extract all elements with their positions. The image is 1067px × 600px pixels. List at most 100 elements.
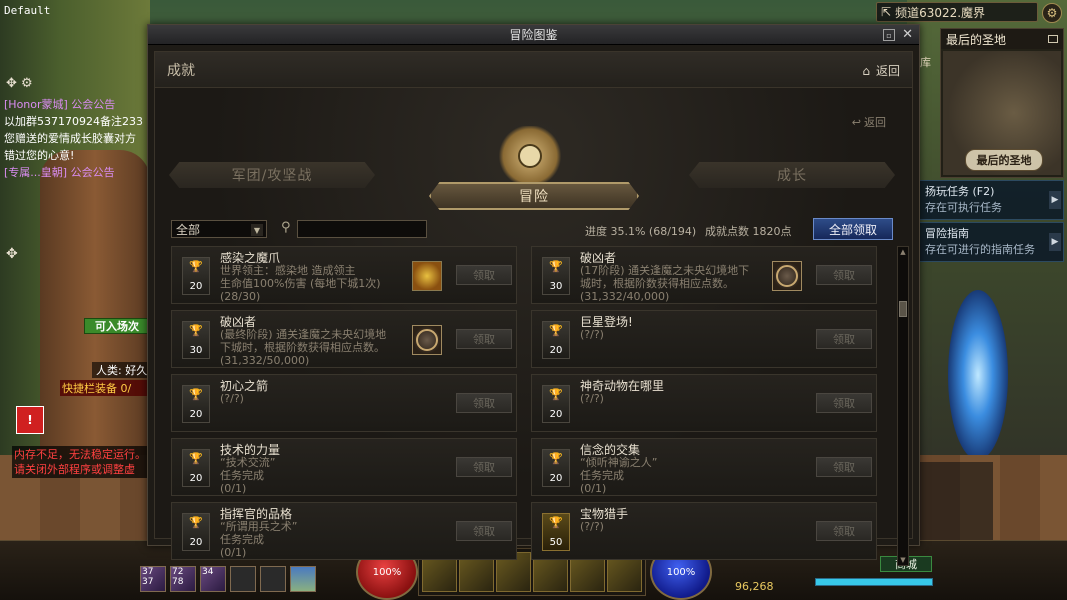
achievement-list: 🏆 20 感染之魔爪 世界领主：感染地 造成领主 生命值100%伤害 (每地下城1次)… <box>171 246 889 566</box>
minimap-toggle-icon[interactable] <box>1048 35 1058 43</box>
tab-adventure[interactable]: 冒险 <box>429 182 639 210</box>
item-slot[interactable] <box>290 566 316 592</box>
item-slot[interactable]: 37 37 <box>140 566 166 592</box>
claim-button[interactable]: 领取 <box>816 265 872 285</box>
tab-legion-raid[interactable]: 军团/攻坚战 <box>169 162 375 188</box>
home-return-label: 返回 <box>875 64 900 78</box>
achievement-description: (?/?) <box>580 520 604 533</box>
item-slot[interactable] <box>230 566 256 592</box>
close-icon[interactable]: ✕ <box>902 27 913 42</box>
minimap-view[interactable]: 最后的圣地 <box>943 51 1061 175</box>
cup-icon: 🏆 <box>189 516 203 529</box>
claim-button[interactable]: 领取 <box>456 329 512 349</box>
achievement-description: “技术交流” 任务完成 (0/1) <box>220 456 276 495</box>
adventure-codex-window: 冒险图鉴 ▫ ✕ 成就 ⌂ 返回 ↩ 返回 军团/攻坚战 成长 冒险 全部 ▼ … <box>147 24 920 566</box>
achievement-card: 🏆 20 感染之魔爪 世界领主：感染地 造成领主 生命值100%伤害 (每地下城1次)… <box>171 246 517 304</box>
claim-button[interactable]: 领取 <box>456 521 512 541</box>
scroll-up-icon[interactable]: ▲ <box>899 248 907 256</box>
trophy-icon: 🏆 30 <box>182 321 210 359</box>
hotbar-equip-label: 快捷栏装备 0/ <box>60 380 150 396</box>
claim-button[interactable]: 领取 <box>456 265 512 285</box>
claim-button[interactable]: 领取 <box>456 457 512 477</box>
back-arrow-icon: ↩ <box>851 115 861 129</box>
chat-line: [Honor蒙城] 公会公告 <box>4 98 116 111</box>
expand-arrow-icon[interactable]: ▶ <box>1049 233 1061 251</box>
scroll-down-icon[interactable]: ▼ <box>899 556 907 564</box>
warning-line: 内存不足，无法稳定运行。 <box>14 448 146 461</box>
dropdown-value: 全部 <box>176 222 201 237</box>
cup-icon: 🏆 <box>189 452 203 465</box>
drag-handle-icon[interactable]: ✥ <box>6 246 18 262</box>
minimap[interactable]: 最后的圣地 最后的圣地 <box>940 28 1064 178</box>
quest-panel-guide[interactable]: 冒险指南 存在可进行的指南任务 ▶ <box>918 222 1064 262</box>
exp-bar <box>815 578 933 586</box>
achievement-description: 世界领主：感染地 造成领主 生命值100%伤害 (每地下城1次) (28/30) <box>220 264 381 303</box>
warning-icon[interactable]: ! <box>16 406 44 434</box>
chat-line: 错过您的心意! <box>4 149 75 162</box>
chat-tools[interactable]: ✥ ⚙ <box>6 76 33 91</box>
achievement-card: 🏆 30 破凶者 (17阶段) 通关逢魔之未央幻境地下 城时，根据阶数获得相应点数。 … <box>531 246 877 304</box>
chevron-down-icon: ▼ <box>251 224 263 236</box>
gear-icon[interactable]: ⚙ <box>21 76 33 91</box>
item-slot[interactable]: 34 <box>200 566 226 592</box>
window-titlebar[interactable]: 冒险图鉴 ▫ ✕ <box>148 25 919 45</box>
achievement-description: (?/?) <box>580 328 604 341</box>
back-button[interactable]: ↩ 返回 <box>852 114 886 130</box>
claim-button[interactable]: 领取 <box>816 457 872 477</box>
move-icon[interactable]: ✥ <box>6 76 17 91</box>
achievement-card: 🏆 20 信念的交集 “倾听神谕之人” 任务完成 (0/1) 领取 <box>531 438 877 496</box>
search-input[interactable] <box>297 220 427 238</box>
cup-icon: 🏆 <box>549 260 563 273</box>
channel-label: 频道63022.魔界 <box>895 5 986 20</box>
back-label: 返回 <box>864 116 886 129</box>
achievement-description: (?/?) <box>220 392 244 405</box>
quest-title: 冒险指南 <box>925 227 969 240</box>
cup-icon: 🏆 <box>189 260 203 273</box>
expand-arrow-icon[interactable]: ▶ <box>1049 191 1061 209</box>
scroll-thumb[interactable] <box>899 301 907 317</box>
claim-button[interactable]: 领取 <box>456 393 512 413</box>
cup-icon: 🏆 <box>549 388 563 401</box>
claim-all-button[interactable]: 全部领取 <box>813 218 893 240</box>
profile-label: Default <box>4 4 51 17</box>
character-label: 人类: 好久 <box>92 362 150 378</box>
trophy-icon: 🏆 30 <box>542 257 570 295</box>
item-slot[interactable] <box>260 566 286 592</box>
achievement-card: 🏆 50 宝物猎手 (?/?) 领取 <box>531 502 877 560</box>
side-shortcut-icons[interactable] <box>918 462 993 542</box>
quest-panel-task[interactable]: 扬玩任务 (F2) 存在可执行任务 ▶ <box>918 180 1064 220</box>
claim-button[interactable]: 领取 <box>816 393 872 413</box>
channel-icon: ⇱ <box>881 5 892 19</box>
trophy-icon: 🏆 20 <box>182 385 210 423</box>
achievement-card: 🏆 20 技术的力量 “技术交流” 任务完成 (0/1) 领取 <box>171 438 517 496</box>
achievement-points-value: 20 <box>189 537 203 548</box>
minimize-icon[interactable]: ▫ <box>883 29 895 41</box>
reward-emblem-icon[interactable] <box>772 261 802 291</box>
minimap-header: 最后的圣地 <box>941 29 1063 49</box>
settings-icon[interactable]: ⚙ <box>1042 3 1062 23</box>
home-return-button[interactable]: ⌂ 返回 <box>862 62 900 79</box>
achievement-points-value: 20 <box>549 473 563 484</box>
quest-subtitle: 存在可进行的指南任务 <box>925 243 1035 256</box>
category-dropdown[interactable]: 全部 ▼ <box>171 220 267 238</box>
trophy-icon: 🏆 20 <box>542 321 570 359</box>
reward-emblem-icon[interactable] <box>412 325 442 355</box>
achievement-points-value: 20 <box>189 281 203 292</box>
achievement-description: “所谓用兵之术” 任务完成 (0/1) <box>220 520 298 559</box>
trophy-icon: 🏆 20 <box>182 513 210 551</box>
achievement-description: (?/?) <box>580 392 604 405</box>
claim-button[interactable]: 领取 <box>816 329 872 349</box>
reward-item-icon[interactable] <box>412 261 442 291</box>
scroll-emblem-icon <box>497 126 563 186</box>
list-scrollbar[interactable]: ▲ ▼ <box>897 246 909 566</box>
cup-icon: 🏆 <box>549 452 563 465</box>
cup-icon: 🏆 <box>189 388 203 401</box>
item-slot[interactable]: 72 78 <box>170 566 196 592</box>
channel-selector[interactable]: ⇱ 频道63022.魔界 <box>876 2 1038 22</box>
search-icon: ⚲ <box>281 220 291 235</box>
claim-button[interactable]: 领取 <box>816 521 872 541</box>
tab-growth[interactable]: 成长 <box>689 162 895 188</box>
achievement-points-value: 30 <box>189 345 203 356</box>
dungeon-portal[interactable] <box>948 290 1008 460</box>
achievement-card: 🏆 20 巨星登场! (?/?) 领取 <box>531 310 877 368</box>
